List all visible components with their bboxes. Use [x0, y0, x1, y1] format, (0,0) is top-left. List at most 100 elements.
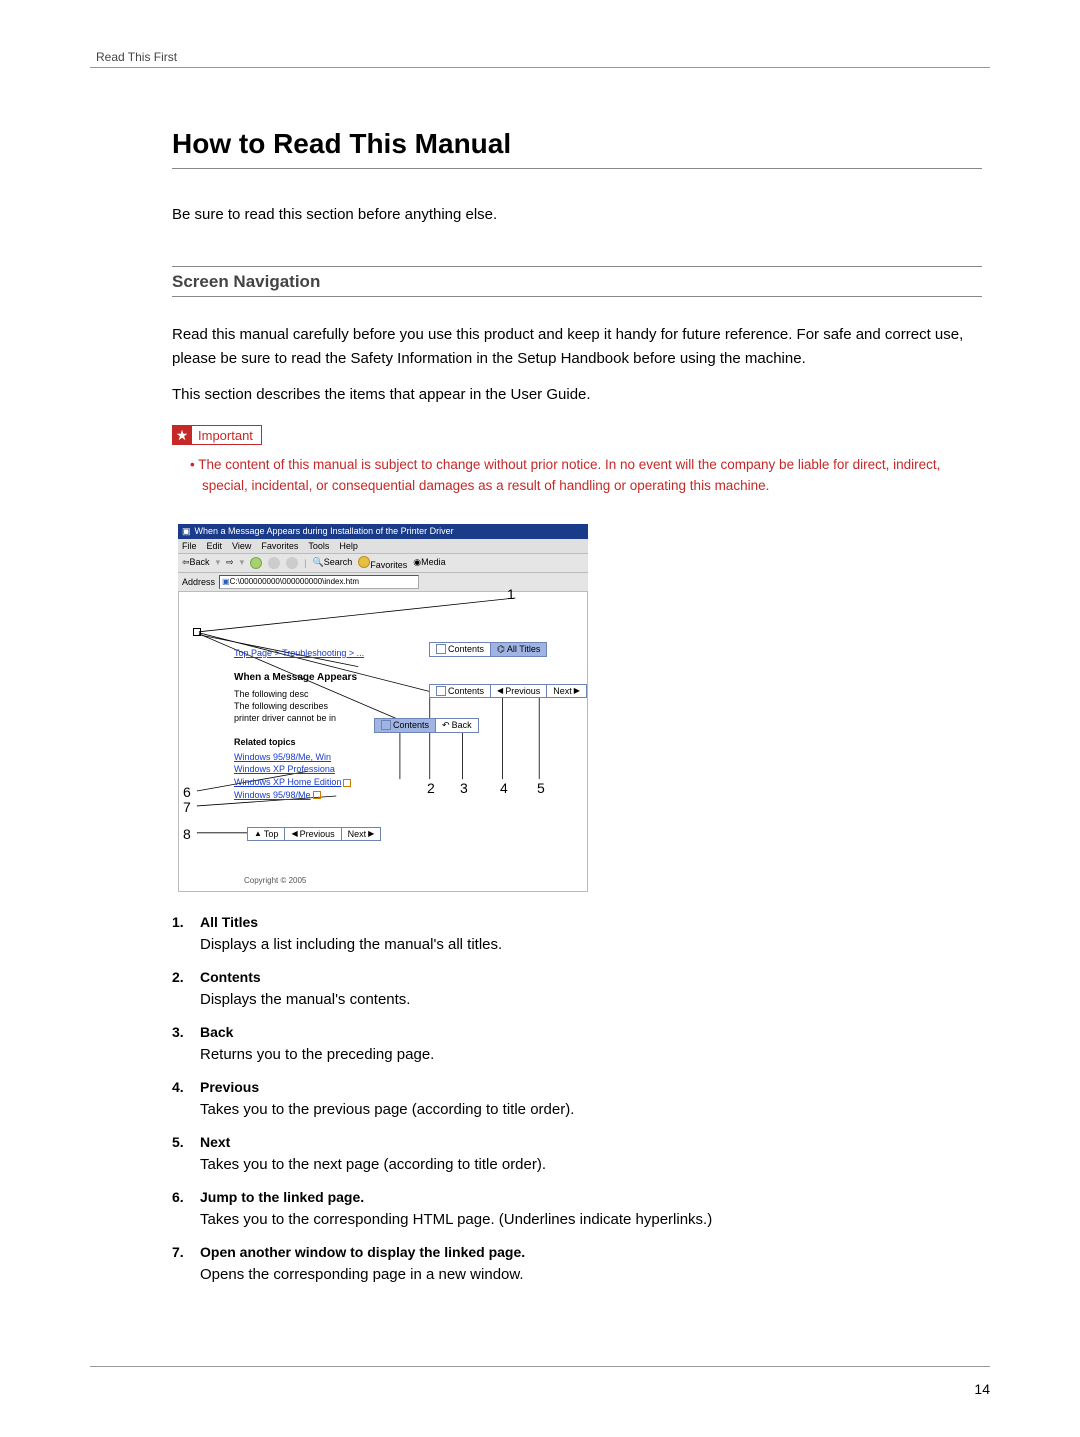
browser-menubar: File Edit View Favorites Tools Help: [178, 539, 588, 554]
header-rule: [90, 67, 990, 68]
new-window-icon: [343, 779, 351, 787]
left-arrow-icon: ◀: [291, 829, 297, 838]
breadcrumb[interactable]: Top Page > Troubleshooting > ...: [234, 648, 364, 658]
important-label: Important: [192, 425, 262, 445]
browser-title: When a Message Appears during Installati…: [195, 526, 454, 536]
browser-body: Top Page > Troubleshooting > ... When a …: [178, 592, 588, 892]
legend-item-2: Contents Displays the manual's contents.: [172, 969, 982, 1008]
page-title: How to Read This Manual: [172, 128, 982, 160]
legend-item-6: Jump to the linked page. Takes you to th…: [172, 1189, 982, 1228]
legend-term: Back: [200, 1024, 982, 1040]
menu-file[interactable]: File: [182, 541, 197, 551]
section-rule-bottom: [172, 296, 982, 297]
important-text: The content of this manual is subject to…: [172, 455, 982, 496]
star-icon: ★: [172, 425, 192, 445]
next-button[interactable]: Next▶: [547, 684, 587, 698]
favorites-button[interactable]: Favorites: [358, 556, 407, 570]
left-arrow-icon: ◀: [497, 686, 503, 695]
next-button-2[interactable]: Next▶: [342, 827, 382, 841]
menu-view[interactable]: View: [232, 541, 251, 551]
menu-help[interactable]: Help: [339, 541, 358, 551]
legend-desc: Takes you to the corresponding HTML page…: [200, 1211, 982, 1228]
legend-term: Next: [200, 1134, 982, 1150]
legend-item-1: All Titles Displays a list including the…: [172, 914, 982, 953]
legend-term: Open another window to display the linke…: [200, 1244, 982, 1260]
legend-desc: Takes you to the previous page (accordin…: [200, 1101, 982, 1118]
previous-button[interactable]: ◀Previous: [491, 684, 547, 698]
important-badge: ★ Important: [172, 425, 982, 445]
legend-desc: Returns you to the preceding page.: [200, 1046, 982, 1063]
legend-item-7: Open another window to display the linke…: [172, 1244, 982, 1283]
browser-addressbar: Address ▣ C:\000000000\000000000\index.h…: [178, 573, 588, 592]
address-label: Address: [182, 577, 215, 587]
page-icon: [436, 686, 446, 696]
legend-term: All Titles: [200, 914, 982, 930]
callout-8: 8: [183, 826, 191, 842]
legend-term: Previous: [200, 1079, 982, 1095]
page-icon: [381, 720, 391, 730]
copyright-text: Copyright © 2005: [244, 876, 306, 885]
section-p1: Read this manual carefully before you us…: [172, 323, 982, 371]
tree-icon: ⌬: [497, 644, 505, 655]
right-arrow-icon: ▶: [574, 686, 580, 695]
right-arrow-icon: ▶: [368, 829, 374, 838]
link-win95[interactable]: Windows 95/98/Me, Win: [234, 751, 434, 764]
browser-toolbar: ⇦Back ▾ ⇨ ▾ | 🔍Search Favorites ◉Media: [178, 554, 588, 573]
callout-6: 6: [183, 784, 191, 800]
intro-text: Be sure to read this section before anyt…: [172, 203, 982, 226]
section-rule-top: [172, 266, 982, 267]
callout-7: 7: [183, 799, 191, 815]
media-button[interactable]: ◉Media: [413, 557, 445, 568]
back-icon: ↶: [442, 720, 450, 731]
nav-top-prev-next: ▲Top ◀Previous Next▶: [247, 827, 381, 841]
page-number: 14: [974, 1381, 990, 1397]
nav-contents-prev-next: Contents ◀Previous Next▶: [429, 684, 587, 698]
stop-icon[interactable]: [250, 557, 262, 569]
home-icon[interactable]: [286, 557, 298, 569]
contents-button-3[interactable]: Contents: [374, 718, 436, 733]
all-titles-button[interactable]: ⌬All Titles: [491, 642, 547, 657]
legend-term: Jump to the linked page.: [200, 1189, 982, 1205]
legend-item-4: Previous Takes you to the previous page …: [172, 1079, 982, 1118]
menu-favorites[interactable]: Favorites: [261, 541, 298, 551]
legend-desc: Displays a list including the manual's a…: [200, 936, 982, 953]
top-button[interactable]: ▲Top: [247, 827, 285, 841]
address-input[interactable]: ▣ C:\000000000\000000000\index.htm: [219, 575, 419, 589]
legend-item-5: Next Takes you to the next page (accordi…: [172, 1134, 982, 1173]
legend-item-3: Back Returns you to the preceding page.: [172, 1024, 982, 1063]
doc-line2a: The following describes: [234, 701, 434, 711]
forward-button[interactable]: ⇨: [226, 557, 234, 568]
new-window-icon: [313, 791, 321, 799]
menu-edit[interactable]: Edit: [207, 541, 223, 551]
address-value: C:\000000000\000000000\index.htm: [230, 577, 359, 586]
link-winxp-pro[interactable]: Windows XP Professiona: [234, 763, 434, 776]
legend-desc: Takes you to the next page (according to…: [200, 1156, 982, 1173]
back-button-nav[interactable]: ↶Back: [436, 718, 479, 733]
legend-desc: Opens the corresponding page in a new wi…: [200, 1266, 982, 1283]
title-rule: [172, 168, 982, 169]
page-icon: [436, 644, 446, 654]
section-title: Screen Navigation: [172, 270, 982, 296]
callout-3: 3: [460, 780, 468, 796]
legend-desc: Displays the manual's contents.: [200, 991, 982, 1008]
legend-term: Contents: [200, 969, 982, 985]
menu-tools[interactable]: Tools: [308, 541, 329, 551]
browser-titlebar: ▣ When a Message Appears during Installa…: [178, 524, 588, 539]
legend-list: All Titles Displays a list including the…: [172, 914, 982, 1283]
search-button[interactable]: 🔍Search: [313, 557, 353, 568]
link-winxp-home[interactable]: Windows XP Home Edition: [234, 776, 434, 789]
ie-icon: ▣: [182, 526, 191, 537]
up-arrow-icon: ▲: [254, 829, 262, 838]
previous-button-2[interactable]: ◀Previous: [285, 827, 341, 841]
origin-marker: [193, 628, 201, 636]
callout-4: 4: [500, 780, 508, 796]
contents-button-2[interactable]: Contents: [429, 684, 491, 698]
refresh-icon[interactable]: [268, 557, 280, 569]
browser-figure: ▣ When a Message Appears during Installa…: [178, 524, 588, 892]
contents-button[interactable]: Contents: [429, 642, 491, 657]
section-p2: This section describes the items that ap…: [172, 383, 982, 407]
back-button[interactable]: ⇦Back: [182, 557, 210, 568]
callout-5: 5: [537, 780, 545, 796]
page-icon: ▣: [222, 577, 230, 586]
link-win95b[interactable]: Windows 95/98/Me: [234, 789, 434, 802]
